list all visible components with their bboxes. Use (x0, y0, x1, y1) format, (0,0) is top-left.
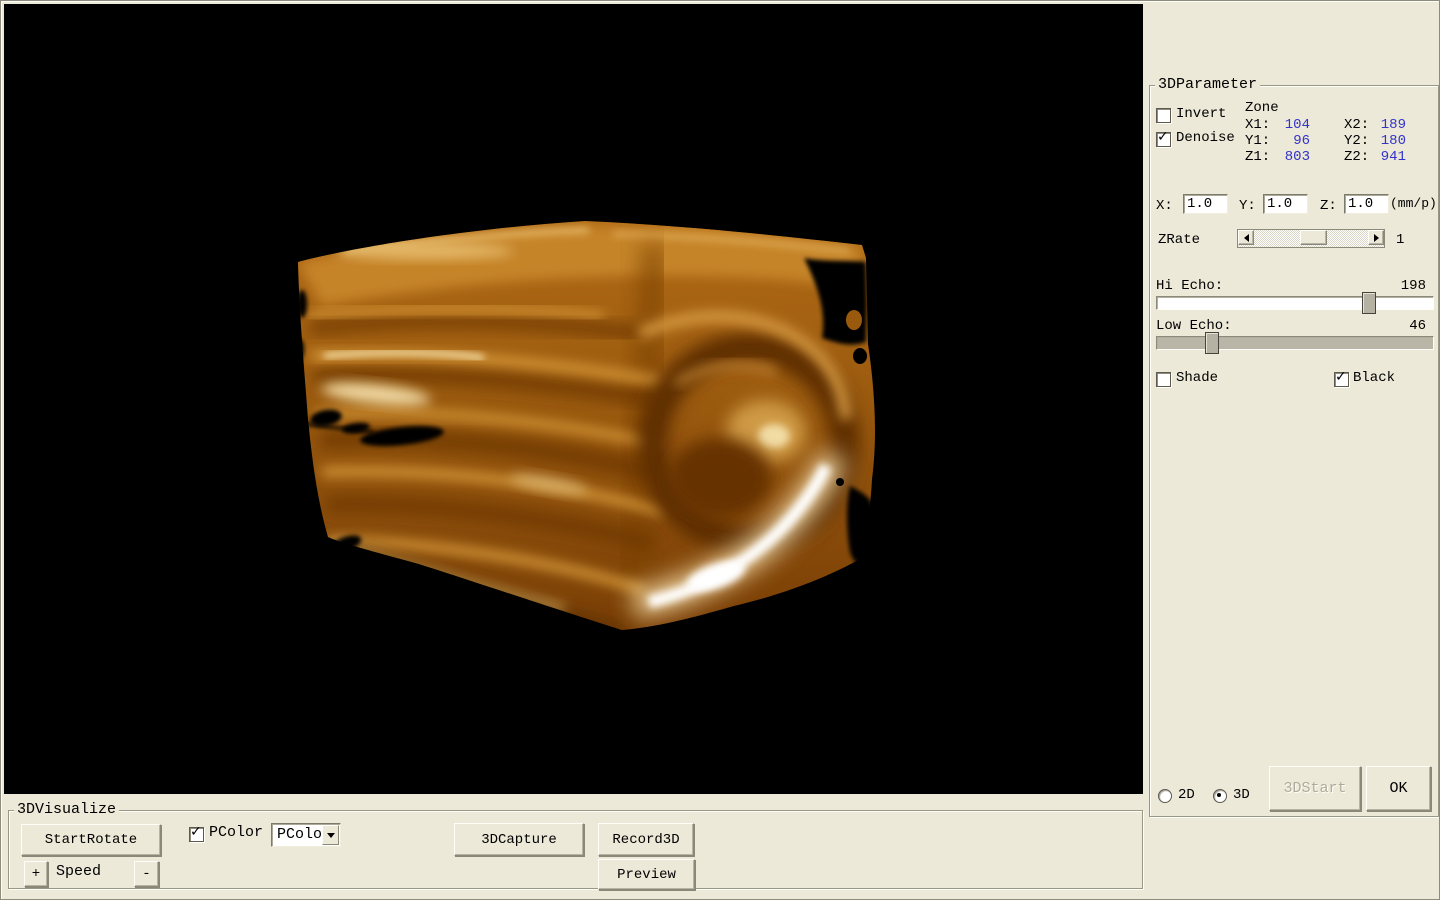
zone-z2-label: Z2: (1344, 149, 1369, 165)
speed-label: Speed (56, 864, 101, 880)
hi-echo-label: Hi Echo: (1156, 278, 1223, 294)
pcolor-label: PColor (209, 825, 263, 841)
zrate-left-arrow-button[interactable] (1238, 230, 1254, 245)
preview-button[interactable]: Preview (598, 859, 695, 890)
checkmark-icon: ✓ (190, 824, 202, 840)
right-arrow-icon (1374, 234, 1379, 242)
zone-x2-value: 189 (1372, 117, 1406, 133)
zone-x1-value: 104 (1276, 117, 1310, 133)
zone-x2-label: X2: (1344, 117, 1369, 133)
zone-y2-value: 180 (1372, 133, 1406, 149)
scale-unit-label: (mm/p) (1390, 196, 1437, 212)
start-rotate-button[interactable]: StartRotate (21, 824, 161, 856)
checkmark-icon: ✓ (1335, 369, 1347, 385)
zrate-value: 1 (1396, 232, 1404, 248)
mode-2d-radio[interactable] (1158, 789, 1172, 803)
zone-y1-label: Y1: (1245, 133, 1270, 149)
zone-x1-label: X1: (1245, 117, 1270, 133)
left-arrow-icon (1244, 234, 1249, 242)
low-echo-label: Low Echo: (1156, 318, 1232, 334)
low-echo-slider[interactable] (1156, 336, 1434, 350)
pcolor-dropdown[interactable]: PColor (271, 823, 341, 847)
pcolor-dropdown-arrow-button[interactable] (322, 825, 339, 845)
mode-2d-label: 2D (1178, 787, 1195, 803)
zone-title: Zone (1245, 100, 1279, 116)
zone-y2-label: Y2: (1344, 133, 1369, 149)
hi-echo-value: 198 (1386, 278, 1426, 294)
denoise-label: Denoise (1176, 130, 1235, 146)
param-groupbox: 3DParameter ✓ Invert ✓ Denoise Zone X1: … (1149, 85, 1439, 817)
scale-x-input[interactable] (1183, 194, 1228, 214)
checkmark-icon: ✓ (1157, 129, 1169, 145)
visualize-groupbox-title: 3DVisualize (14, 801, 119, 818)
scale-z-label: Z: (1320, 198, 1337, 214)
invert-label: Invert (1176, 106, 1226, 122)
scale-y-label: Y: (1239, 198, 1256, 214)
black-checkbox[interactable]: ✓ (1334, 372, 1349, 387)
param-groupbox-title: 3DParameter (1155, 76, 1260, 93)
app-window: { "colors":{ "panel_bg":"#ece9d8", "view… (0, 0, 1440, 900)
denoise-checkbox[interactable]: ✓ (1156, 132, 1171, 147)
zrate-scrollbar[interactable] (1237, 229, 1385, 248)
black-label: Black (1353, 370, 1395, 386)
hi-echo-slider[interactable] (1156, 296, 1434, 310)
zone-z2-value: 941 (1372, 149, 1406, 165)
pcolor-checkbox[interactable]: ✓ (189, 827, 204, 842)
mode-3d-label: 3D (1233, 787, 1250, 803)
hi-echo-slider-thumb[interactable] (1362, 292, 1376, 314)
zone-y1-value: 96 (1276, 133, 1310, 149)
render-viewport[interactable] (4, 4, 1143, 794)
scale-y-input[interactable] (1263, 194, 1308, 214)
zone-z1-label: Z1: (1245, 149, 1270, 165)
zrate-label: ZRate (1158, 232, 1200, 248)
zrate-scrollbar-thumb[interactable] (1300, 230, 1327, 245)
shade-label: Shade (1176, 370, 1218, 386)
speed-minus-button[interactable]: - (134, 861, 159, 887)
low-echo-slider-thumb[interactable] (1205, 332, 1219, 354)
speed-plus-button[interactable]: + (24, 861, 48, 887)
zone-z1-value: 803 (1276, 149, 1310, 165)
mode-3d-radio[interactable] (1213, 789, 1227, 803)
zrate-right-arrow-button[interactable] (1368, 230, 1384, 245)
start-3d-button[interactable]: 3DStart (1269, 766, 1361, 811)
radio-dot-icon (1217, 793, 1221, 797)
capture-3d-button[interactable]: 3DCapture (454, 823, 584, 856)
scale-z-input[interactable] (1344, 194, 1389, 214)
record-3d-button[interactable]: Record3D (598, 823, 694, 856)
scale-x-label: X: (1156, 198, 1173, 214)
ok-button[interactable]: OK (1366, 766, 1431, 811)
low-echo-value: 46 (1386, 318, 1426, 334)
shade-checkbox[interactable]: ✓ (1156, 372, 1171, 387)
invert-checkbox[interactable]: ✓ (1156, 108, 1171, 123)
visualize-groupbox: 3DVisualize StartRotate ✓ PColor PColor … (8, 810, 1143, 889)
volume-render-3d (4, 4, 1143, 794)
chevron-down-icon (327, 833, 335, 838)
